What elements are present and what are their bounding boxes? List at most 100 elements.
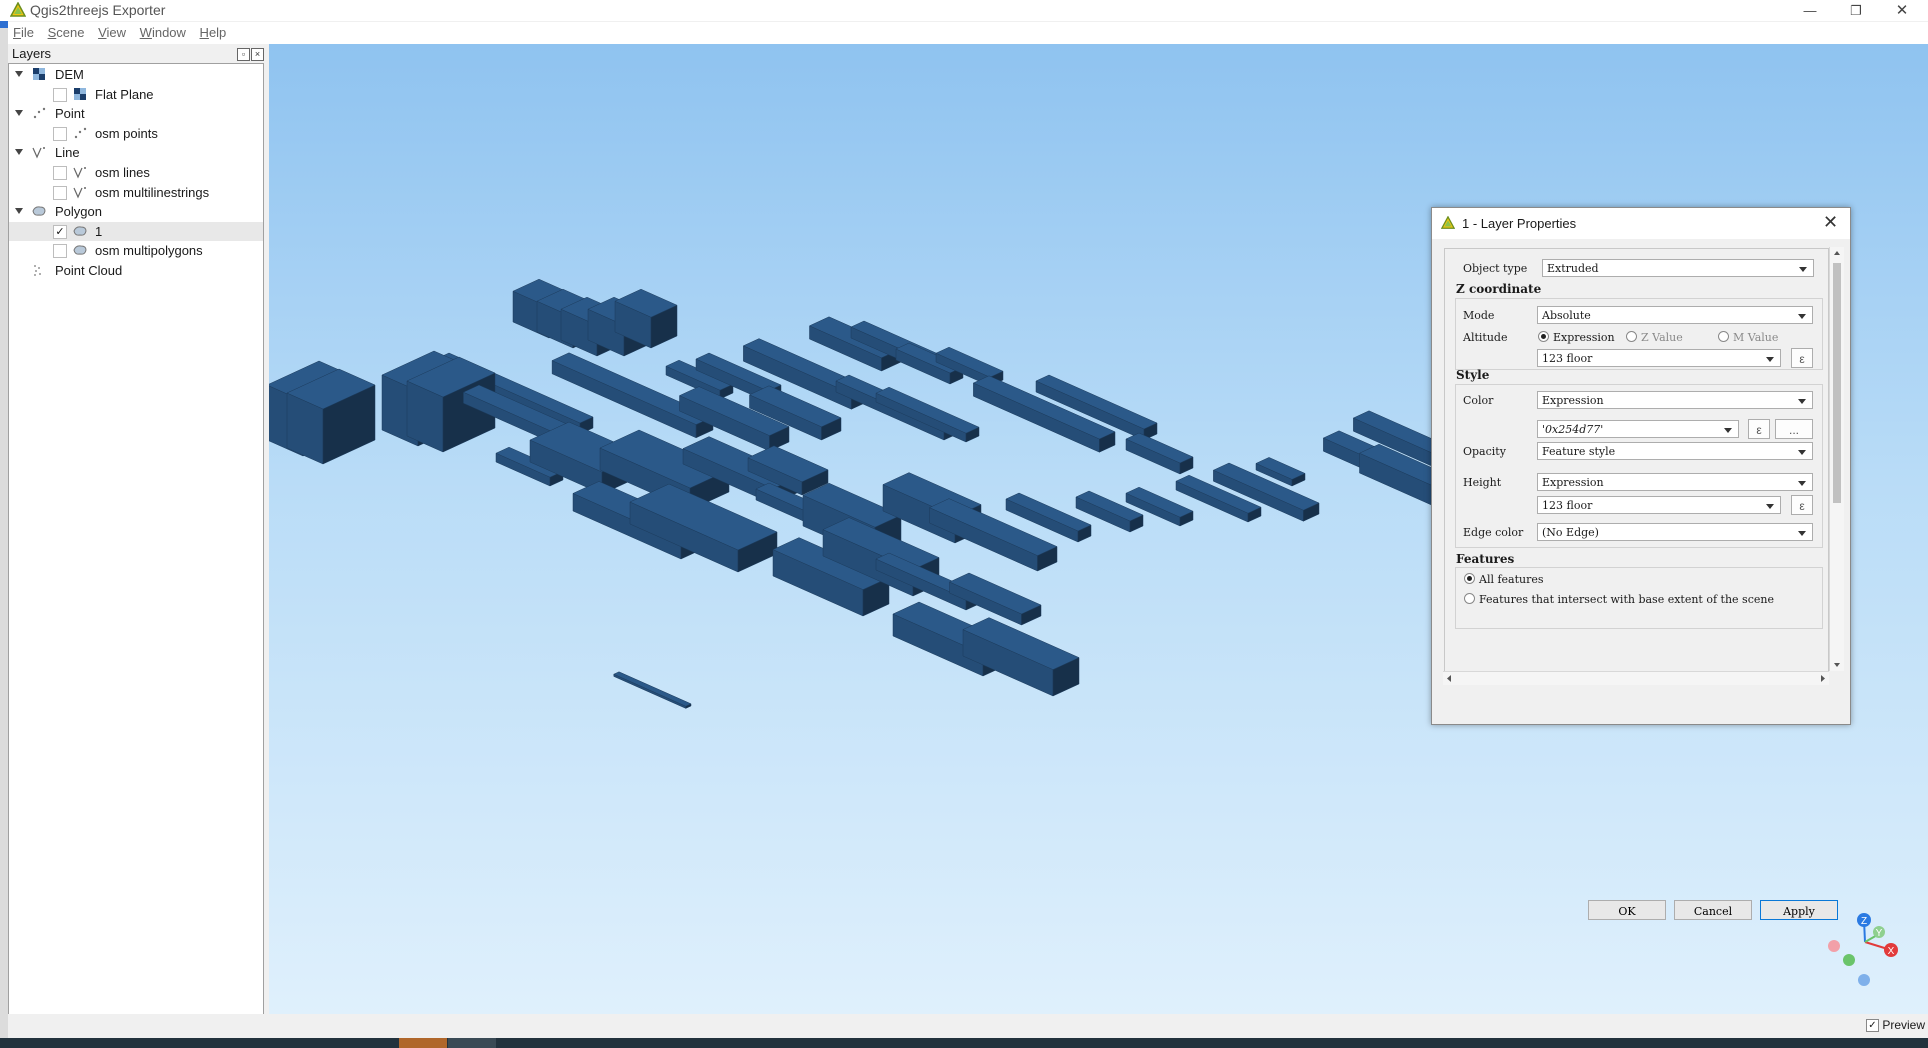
height-mode-value: Expression xyxy=(1542,476,1604,489)
menu-file[interactable]: File xyxy=(8,22,39,44)
qgis2threejs-app-icon xyxy=(10,2,26,17)
dialog-close-icon[interactable]: ✕ xyxy=(1823,212,1838,233)
color-label: Color xyxy=(1463,394,1494,407)
mode-value: Absolute xyxy=(1542,309,1591,322)
negative-z-handle[interactable] xyxy=(1858,974,1870,986)
layer-label: 1 xyxy=(95,223,103,239)
layer-tree-item[interactable]: osm multipolygons xyxy=(9,241,263,260)
preview-label: Preview xyxy=(1882,1018,1926,1032)
layer-tree-item[interactable]: Line xyxy=(9,143,263,162)
expand-arrow-icon[interactable] xyxy=(15,71,23,77)
expression-builder-icon[interactable]: ε xyxy=(1748,419,1770,439)
polygon-icon xyxy=(73,226,87,236)
layer-tree-item[interactable]: Point xyxy=(9,104,263,123)
dialog-vertical-scrollbar[interactable] xyxy=(1829,247,1844,671)
scroll-left-icon xyxy=(1447,675,1451,682)
preview-toggle[interactable]: ✓ Preview xyxy=(1866,1018,1926,1033)
height-expression-field[interactable]: 123 floor xyxy=(1537,496,1781,514)
altitude-m-value-radio[interactable] xyxy=(1718,331,1729,342)
dialog-scroll-area[interactable]: Object type Extruded Z coordinate Mode A… xyxy=(1444,248,1829,674)
axis-gizmo[interactable]: Z XY xyxy=(1828,913,1898,986)
color-expression-value: '0x254d77' xyxy=(1542,423,1604,436)
features-all-radio[interactable] xyxy=(1464,573,1475,584)
expression-builder-icon[interactable]: ε xyxy=(1791,495,1813,515)
ok-button[interactable]: OK xyxy=(1588,900,1666,920)
altitude-m-value-label: M Value xyxy=(1733,331,1779,344)
color-mode-select[interactable]: Expression xyxy=(1537,391,1813,409)
edge-color-label: Edge color xyxy=(1463,526,1524,539)
opacity-value: Feature style xyxy=(1542,445,1616,458)
features-intersect-radio[interactable] xyxy=(1464,593,1475,604)
layer-tree-item[interactable]: Polygon xyxy=(9,202,263,221)
height-mode-select[interactable]: Expression xyxy=(1537,473,1813,491)
chevron-down-icon xyxy=(1724,428,1732,433)
expand-arrow-icon[interactable] xyxy=(15,110,23,117)
opacity-label: Opacity xyxy=(1463,445,1506,458)
menu-scene[interactable]: Scene xyxy=(43,22,90,44)
layer-visibility-checkbox[interactable] xyxy=(53,185,67,200)
layer-tree-item[interactable]: osm lines xyxy=(9,163,263,182)
line-icon xyxy=(73,186,86,199)
layer-visibility-checkbox[interactable] xyxy=(53,87,67,102)
float-panel-icon[interactable]: ▫ xyxy=(237,48,250,61)
object-type-select[interactable]: Extruded xyxy=(1542,259,1814,277)
layer-tree-item[interactable]: osm points xyxy=(9,124,263,143)
taskbar-app-exporter[interactable] xyxy=(448,1038,496,1048)
altitude-expression-radio[interactable] xyxy=(1538,331,1549,342)
dialog-horizontal-scrollbar[interactable] xyxy=(1443,671,1829,685)
menu-window[interactable]: Window xyxy=(135,22,191,44)
point-cloud-icon xyxy=(34,265,41,276)
altitude-z-value-label: Z Value xyxy=(1641,331,1683,344)
layer-visibility-checkbox[interactable] xyxy=(53,244,67,259)
menu-view[interactable]: View xyxy=(93,22,131,44)
layer-tree-item[interactable]: Point Cloud xyxy=(9,261,263,280)
color-picker-button[interactable]: ... xyxy=(1775,419,1813,439)
layer-label: Point xyxy=(55,106,85,122)
layer-tree[interactable]: DEM Flat Plane Point osm points Line osm line… xyxy=(8,63,264,1015)
layer-visibility-checkbox[interactable] xyxy=(53,166,67,180)
close-panel-icon[interactable]: × xyxy=(251,48,264,61)
scroll-right-icon xyxy=(1821,675,1825,682)
altitude-z-value-radio[interactable] xyxy=(1626,331,1637,342)
color-mode-value: Expression xyxy=(1542,394,1604,407)
layer-tree-item[interactable]: osm multilinestrings xyxy=(9,183,263,202)
preview-checkbox[interactable]: ✓ xyxy=(1866,1019,1879,1033)
building-side xyxy=(613,673,687,709)
layer-label: Polygon xyxy=(55,204,102,220)
edge-color-select[interactable]: (No Edge) xyxy=(1537,523,1813,541)
object-type-value: Extruded xyxy=(1547,262,1599,275)
layer-tree-item[interactable]: Flat Plane xyxy=(9,85,263,104)
altitude-expression-label: Expression xyxy=(1553,331,1615,344)
close-window-icon[interactable]: ✕ xyxy=(1880,0,1924,21)
taskbar-app-qgis[interactable] xyxy=(399,1038,447,1048)
dialog-title: 1 - Layer Properties xyxy=(1462,216,1577,231)
layer-label: Flat Plane xyxy=(95,86,154,102)
mode-select[interactable]: Absolute xyxy=(1537,306,1813,324)
expand-arrow-icon[interactable] xyxy=(15,149,23,156)
layer-tree-item[interactable]: ✓ 1 xyxy=(9,221,263,241)
expand-arrow-icon[interactable] xyxy=(15,208,23,215)
features-intersect-label: Features that intersect with base extent… xyxy=(1479,593,1774,606)
layer-visibility-checkbox[interactable]: ✓ xyxy=(53,224,67,239)
menu-help[interactable]: Help xyxy=(195,22,232,44)
opacity-select[interactable]: Feature style xyxy=(1537,442,1813,460)
color-expression-field[interactable]: '0x254d77' xyxy=(1537,420,1739,438)
minimize-icon[interactable]: — xyxy=(1788,0,1832,21)
dem-icon xyxy=(33,68,45,80)
title-bar: Qgis2threejs Exporter — ❐ ✕ xyxy=(0,0,1928,21)
negative-y-handle[interactable] xyxy=(1843,954,1855,966)
expression-builder-icon[interactable]: ε xyxy=(1791,348,1813,368)
restore-icon[interactable]: ❐ xyxy=(1834,0,1878,21)
z-coordinate-heading: Z coordinate xyxy=(1456,282,1542,296)
cancel-button[interactable]: Cancel xyxy=(1674,900,1752,920)
apply-button[interactable]: Apply xyxy=(1760,900,1838,920)
scroll-down-icon xyxy=(1834,663,1840,667)
chevron-down-icon xyxy=(1798,450,1806,455)
layer-visibility-checkbox[interactable] xyxy=(53,126,67,141)
chevron-down-icon xyxy=(1799,267,1807,272)
layer-tree-item[interactable]: DEM xyxy=(9,65,263,84)
altitude-expression-field[interactable]: 123 floor xyxy=(1537,349,1781,367)
raster-icon xyxy=(74,87,86,100)
negative-x-handle[interactable] xyxy=(1828,940,1840,952)
altitude-label: Altitude xyxy=(1463,331,1508,344)
